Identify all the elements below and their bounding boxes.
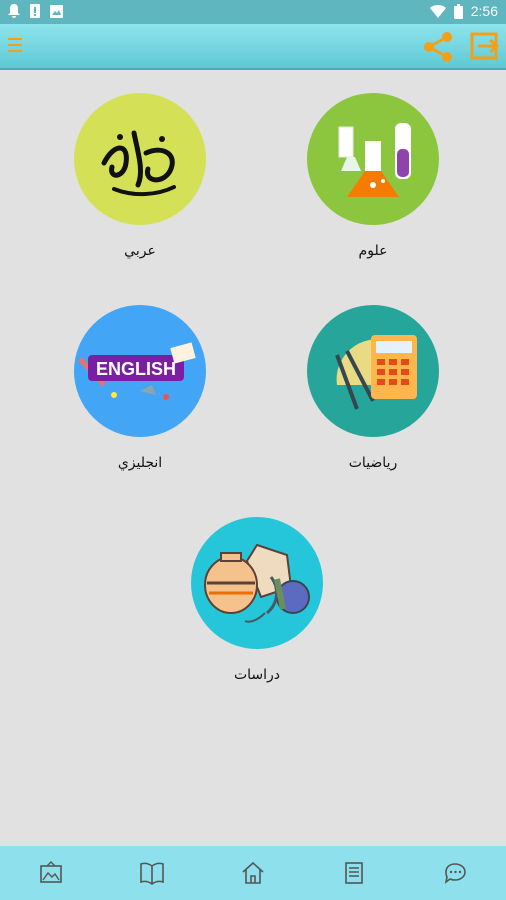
status-time: 2:56 [470,3,498,19]
nav-book[interactable] [101,846,202,900]
menu-icon[interactable] [8,38,22,54]
subject-arabic[interactable]: عربي [50,93,230,273]
exit-icon[interactable] [470,31,500,61]
subject-label: علوم [358,243,388,259]
subject-label: عربي [124,243,156,259]
image-icon [50,4,63,18]
gallery-icon [39,861,62,883]
share-icon[interactable] [421,30,455,64]
wifi-icon [429,4,446,18]
notes-icon [345,862,364,884]
subject-science[interactable]: علوم [283,93,463,273]
english-icon: ENGLISH [74,305,206,437]
subject-label: انجليزي [117,455,163,471]
math-tools-icon [307,305,439,437]
nav-notes[interactable] [304,846,405,900]
subject-social-studies[interactable]: دراسات [167,517,347,697]
subject-english[interactable]: ENGLISH انجليزي [50,305,230,485]
arabic-calligraphy-icon [74,93,206,225]
social-studies-icon [191,517,323,649]
chat-icon [445,863,467,884]
subject-math[interactable]: رياضيات [283,305,463,485]
nav-home[interactable] [202,846,303,900]
nav-chat[interactable] [405,846,506,900]
svg-text:ENGLISH: ENGLISH [96,359,176,379]
status-bar: 2:56 [0,0,506,24]
book-icon [139,862,164,885]
science-flasks-icon [307,93,439,225]
app-bar [0,24,506,70]
notification-bell-icon [8,4,20,18]
battery-icon [453,3,463,19]
subject-label: رياضيات [348,455,398,471]
bottom-nav [0,846,506,900]
nav-gallery[interactable] [0,846,101,900]
subject-label: دراسات [233,667,281,683]
sim-alert-icon [30,4,40,18]
home-icon [242,861,264,884]
